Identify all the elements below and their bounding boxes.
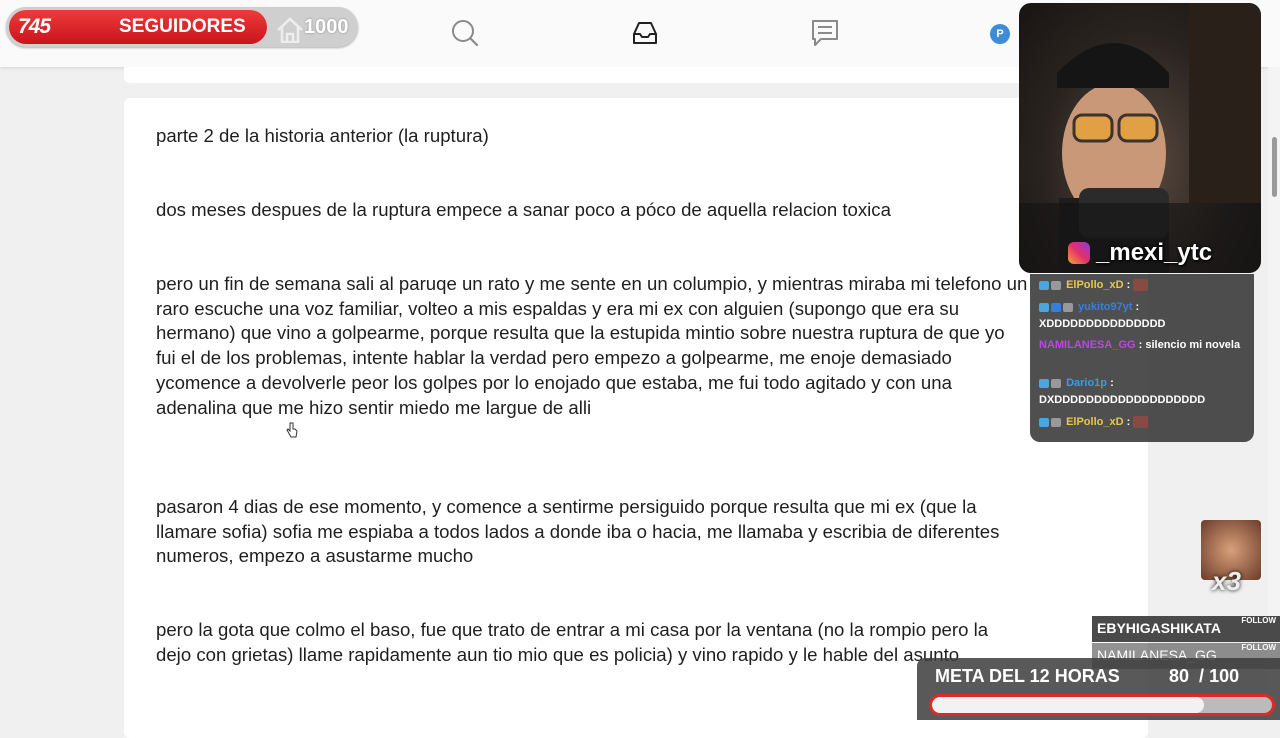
goal-progress-fill [932,697,1204,713]
instagram-tag: _mexi_ytc [1068,238,1212,268]
post-paragraph: pero un fin de semana sali al paruqe un … [156,273,1028,418]
badge-icon [1039,378,1049,388]
follower-goal: 1000 [304,16,349,38]
post-paragraph: parte 2 de la historia anterior (la rupt… [156,125,489,146]
chat-text: silencio mi novela [1145,339,1241,351]
reaction-multiplier: x3 [1212,566,1241,596]
follow-button: FOLLOW [1241,643,1276,652]
goal-target: 100 [1209,666,1240,686]
inbox-icon[interactable] [630,18,660,48]
instagram-handle: _mexi_ytc [1096,239,1213,266]
emote-icon [1133,416,1149,429]
follower-count: 745 [18,15,51,38]
follower-goal-widget: 745 SEGUIDORES 1000 [6,7,358,47]
follower-name: EBYHIGASHIKATA [1097,620,1221,636]
search-icon[interactable] [450,18,480,48]
badge-icon [1039,280,1049,290]
badge-icon [1051,280,1061,290]
stream-goal-widget: META DEL 12 HORAS 80 / 100 [917,658,1280,720]
previous-card-edge [124,67,1148,83]
chat-username: yukito97yt [1078,301,1133,313]
chat-text: DXDDDDDDDDDDDDDDDDDDD [1039,394,1206,406]
chat-message: ElPollo_xD : [1039,277,1249,294]
goal-separator: / [1199,666,1205,686]
badge-icon [1063,302,1073,312]
badge-icon [1039,417,1049,427]
follow-button: FOLLOW [1241,616,1276,625]
goal-current: 80 [1169,666,1190,686]
post-paragraph: pero la gota que colmo el baso, fue que … [156,619,989,665]
streamer-figure [1019,3,1261,273]
goal-value: 80 / 100 [1169,666,1239,687]
badge-icon [1051,417,1061,427]
streamer-webcam [1019,3,1261,273]
instagram-icon [1068,242,1090,264]
chat-username: ElPollo_xD [1066,279,1124,291]
post-paragraph: dos meses despues de la ruptura empece a… [156,199,891,220]
goal-progress-bar [929,694,1275,716]
chat-text: XDDDDDDDDDDDDDDD [1039,318,1166,330]
stream-chat: ElPollo_xD : yukito97yt : XDDDDDDDDDDDDD… [1030,274,1254,442]
hand-cursor-icon [286,422,298,438]
chat-message: NAMILANESA_GG : silencio mi novela [1039,339,1241,351]
follower-label: SEGUIDORES [119,16,246,37]
chat-username: ElPollo_xD [1066,416,1124,428]
recent-follower-row: EBYHIGASHIKATA FOLLOW [1092,616,1280,642]
home-icon [277,17,303,43]
chat-icon[interactable] [810,18,840,48]
badge-icon [1039,302,1049,312]
badge-icon [1051,378,1061,388]
post-paragraph: pasaron 4 dias de ese momento, y comence… [156,496,1000,567]
badge-icon [1051,302,1061,312]
goal-label: META DEL 12 HORAS [935,666,1120,686]
chat-username: Dario1p [1066,377,1108,389]
scrollbar-thumb[interactable] [1272,137,1277,197]
profile-avatar[interactable]: P [990,24,1010,44]
chat-message: yukito97yt : XDDDDDDDDDDDDDDD [1039,301,1166,330]
emote-icon [1133,279,1149,292]
chat-username: NAMILANESA_GG [1039,339,1136,351]
chat-message: ElPollo_xD : [1039,414,1249,431]
chat-message: Dario1p : DXDDDDDDDDDDDDDDDDDDD [1039,377,1206,406]
